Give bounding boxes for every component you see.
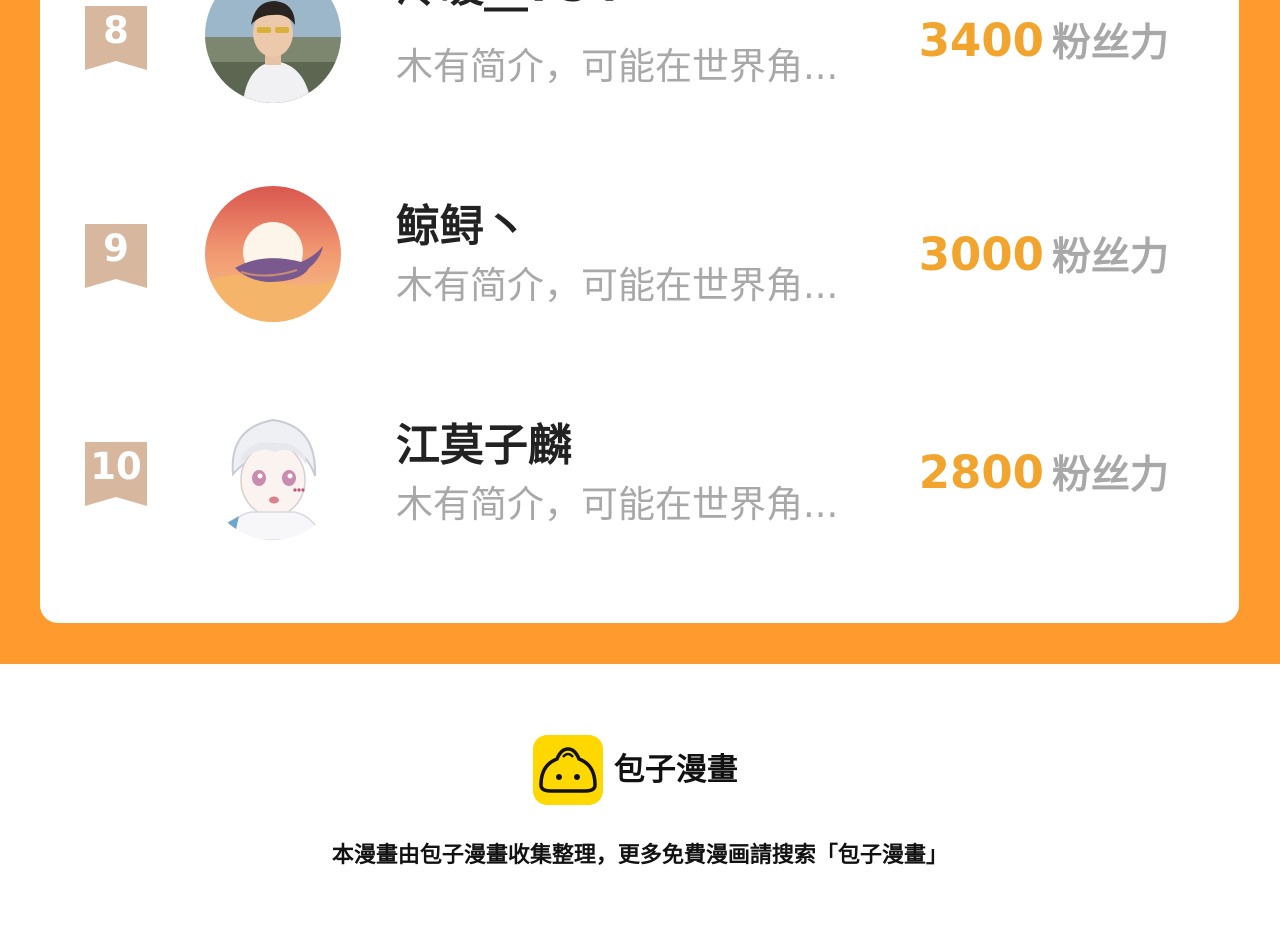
baozi-bun-icon[interactable] [533, 735, 603, 805]
fan-ranking-card: 8 泠暖__754 木有简介，可能在世界角... 3400粉丝力 9 [40, 0, 1239, 623]
avatar-whale-art-image [205, 186, 341, 322]
ranking-row[interactable]: 10 江莫子麟 木有简介，可能在世界角... 2800 粉丝力 [40, 392, 1239, 552]
fans-score: 3000 粉丝力 [919, 229, 1169, 291]
ranking-row[interactable]: 8 泠暖__754 木有简介，可能在世界角... 3400粉丝力 [40, 0, 1239, 107]
bun-face-icon [539, 747, 597, 793]
ranking-row[interactable]: 9 鲸鲟丶 木有简介，可能在世界角... 3000 粉丝力 [40, 173, 1239, 333]
rank-badge: 8 [85, 6, 147, 70]
fans-value: 2800 [918, 446, 1044, 499]
footer-notice: 本漫畫由包子漫畫收集整理，更多免費漫画請搜索「包子漫畫」 [331, 843, 948, 868]
user-name[interactable]: 泠暖__754 [396, 0, 620, 13]
user-avatar [205, 404, 341, 540]
user-name[interactable]: 江莫子麟 [396, 420, 572, 472]
fans-unit-label: 粉丝力 [1051, 235, 1169, 280]
rank-badge: 10 [85, 442, 147, 506]
user-bio: 木有简介，可能在世界角... [396, 45, 839, 88]
fans-score: 3400 粉丝力 [919, 15, 1169, 77]
user-bio: 木有简介，可能在世界角... [396, 483, 839, 526]
user-bio: 木有简介，可能在世界角... [396, 264, 839, 307]
fans-value: 3000 [918, 228, 1044, 281]
user-avatar [205, 186, 341, 322]
user-avatar [205, 0, 341, 103]
fans-score: 2800 粉丝力 [919, 447, 1169, 509]
user-name[interactable]: 鲸鲟丶 [396, 201, 528, 253]
fans-unit-label: 粉丝力 [1051, 453, 1169, 498]
fans-unit-label: 粉丝力 [1051, 21, 1169, 66]
brand-name: 包子漫畫 [614, 752, 738, 788]
rank-badge: 9 [85, 224, 147, 288]
fans-value: 3400 [918, 14, 1044, 67]
avatar-young-man-image [205, 0, 341, 103]
avatar-anime-character-image [205, 404, 341, 540]
